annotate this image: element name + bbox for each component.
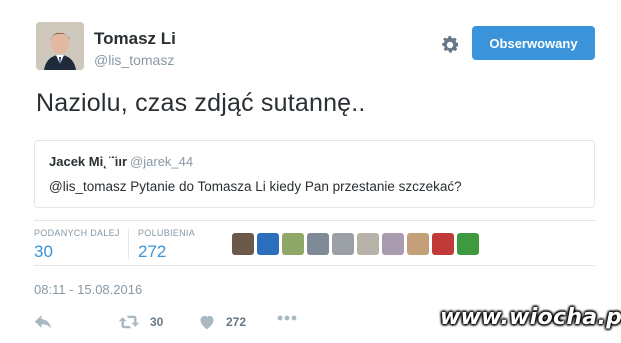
more-button[interactable] (276, 314, 298, 322)
retweets-count: 30 (34, 242, 53, 261)
reply-icon (34, 315, 52, 329)
liker-avatar-8[interactable] (407, 233, 429, 255)
liker-avatar-5[interactable] (332, 233, 354, 255)
follow-button[interactable]: Obserwowany (472, 26, 595, 60)
tweet-timestamp[interactable]: 08:11 - 15.08.2016 (34, 282, 142, 297)
liker-avatar-2[interactable] (257, 233, 279, 255)
like-button[interactable]: 272 (198, 314, 246, 330)
tweet-text: Naziolu, czas zdjąć sutannę.. (36, 89, 366, 117)
liker-avatar-7[interactable] (382, 233, 404, 255)
retweets-label: PODANYCH DALEJ (34, 228, 120, 238)
likes-label: POLUBIENIA (138, 228, 196, 238)
author-handle[interactable]: @lis_tomasz (94, 52, 174, 68)
liker-avatar-4[interactable] (307, 233, 329, 255)
quoted-author-handle: @jarek_44 (130, 154, 194, 169)
liker-avatar-6[interactable] (357, 233, 379, 255)
author-avatar[interactable] (36, 22, 84, 70)
retweet-button[interactable]: 30 (118, 314, 163, 330)
retweet-icon (118, 315, 140, 329)
reply-button[interactable] (34, 314, 52, 330)
person-portrait-avatar-icon (36, 22, 84, 70)
quoted-tweet-header: Jacek Mi˛ ̈ ̈ıır @jarek_44 (49, 154, 193, 169)
liker-avatar-9[interactable] (432, 233, 454, 255)
stats-divider (128, 229, 129, 259)
liker-avatar-1[interactable] (232, 233, 254, 255)
liker-avatar-10[interactable] (457, 233, 479, 255)
retweets-stat[interactable]: PODANYCH DALEJ 30 (34, 228, 120, 262)
more-dots-icon (277, 315, 297, 321)
likes-count: 272 (138, 242, 167, 261)
gear-icon[interactable] (439, 34, 461, 56)
quoted-tweet-text: @lis_tomasz Pytanie do Tomasza Li kiedy … (49, 179, 462, 194)
retweet-count: 30 (150, 315, 164, 329)
liker-avatar-3[interactable] (282, 233, 304, 255)
site-watermark: www.wiocha.pl (440, 305, 621, 330)
heart-icon (200, 315, 214, 330)
quoted-tweet[interactable]: Jacek Mi˛ ̈ ̈ıır @jarek_44 @lis_tomasz Py… (34, 140, 595, 208)
author-display-name[interactable]: Tomasz Li (94, 29, 176, 49)
tweet-stats: PODANYCH DALEJ 30 POLUBIENIA 272 (34, 220, 595, 266)
likers-avatars (232, 233, 479, 255)
quoted-author-name: Jacek Mi˛ ̈ ̈ıır (49, 154, 128, 169)
likes-stat[interactable]: POLUBIENIA 272 (138, 228, 195, 262)
like-count: 272 (226, 315, 247, 329)
tweet-actions: 30 272 (34, 312, 434, 334)
